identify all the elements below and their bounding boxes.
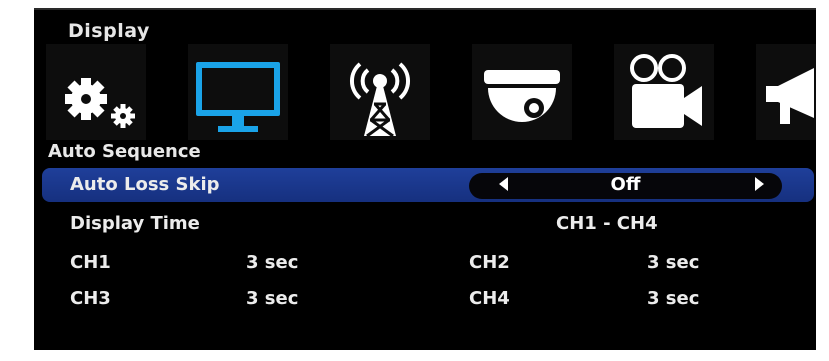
video-camera-icon	[630, 54, 702, 128]
dome-camera-icon	[484, 70, 560, 122]
channel-name: CH1	[70, 252, 111, 273]
display-time-range: CH1 - CH4	[556, 213, 658, 234]
tab-alarm[interactable]	[756, 44, 816, 140]
auto-loss-skip-value: Off	[610, 174, 641, 195]
section-title: Auto Sequence	[48, 141, 201, 162]
channel-dwell-value[interactable]: 3 sec	[246, 288, 298, 309]
megaphone-icon	[766, 68, 814, 124]
auto-loss-skip-selector[interactable]: Off	[469, 173, 782, 199]
channel-dwell-value[interactable]: 3 sec	[647, 252, 699, 273]
monitor-icon	[196, 62, 280, 132]
channel-dwell-value[interactable]: 3 sec	[647, 288, 699, 309]
antenna-tower-icon	[349, 62, 411, 138]
channel-name: CH3	[70, 288, 111, 309]
tab-display[interactable]	[188, 44, 288, 140]
dvr-menu-screen: Display Auto Sequence Auto Loss Skip Off…	[34, 8, 816, 350]
tab-network[interactable]	[330, 44, 430, 140]
tab-settings[interactable]	[46, 44, 146, 140]
channel-name: CH4	[469, 288, 510, 309]
display-time-label: Display Time	[70, 213, 200, 234]
menu-icon-bar	[46, 44, 816, 140]
auto-loss-skip-label: Auto Loss Skip	[70, 174, 220, 195]
menu-title: Display	[68, 20, 150, 42]
arrow-right-icon[interactable]	[755, 177, 764, 191]
top-divider	[34, 8, 816, 10]
settings-gears-icon	[65, 78, 135, 128]
tab-camera[interactable]	[472, 44, 572, 140]
channel-dwell-value[interactable]: 3 sec	[246, 252, 298, 273]
tab-record[interactable]	[614, 44, 714, 140]
channel-name: CH2	[469, 252, 510, 273]
